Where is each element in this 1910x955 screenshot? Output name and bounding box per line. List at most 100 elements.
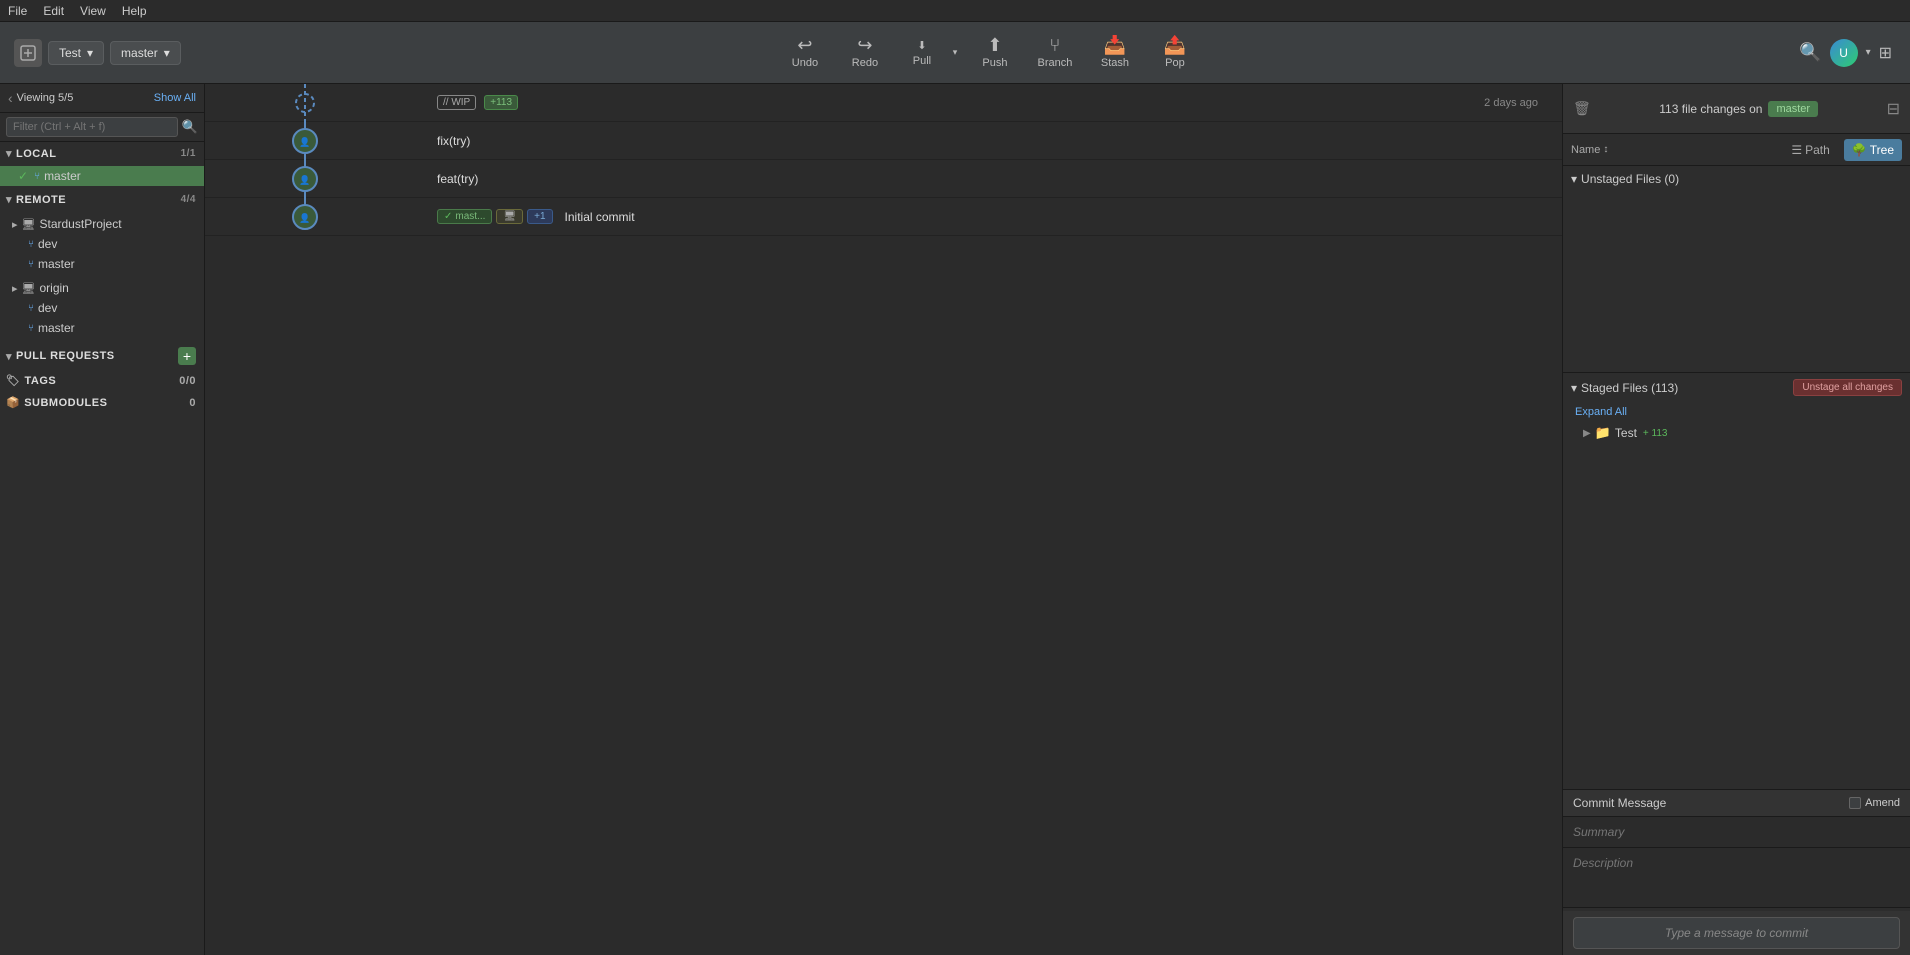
name-column-header[interactable]: Name ↕ (1571, 144, 1608, 156)
commit-message-area: Commit Message Amend Type a message to c… (1563, 789, 1910, 955)
local-section-content: ✓ ⑂ master (0, 164, 204, 188)
tags-section-header[interactable]: 🏷 TAGS 0/0 (0, 369, 204, 391)
remote-dev-icon: ⑂ (28, 239, 34, 250)
name-label: Name (1571, 144, 1600, 156)
commit-msg-label: Commit Message (1573, 796, 1666, 810)
undo-label: Undo (792, 57, 818, 69)
unstaged-empty-area (1563, 192, 1910, 372)
summary-input[interactable] (1563, 817, 1910, 848)
path-icon: ☰ (1791, 143, 1802, 157)
path-tab[interactable]: ☰ Path (1783, 139, 1837, 161)
menu-view[interactable]: View (80, 4, 106, 18)
tree-icon: 🌳 (1852, 143, 1867, 157)
sidebar-back-button[interactable]: ‹ (8, 90, 13, 106)
remote-origin-dev[interactable]: ⑂ dev (0, 298, 204, 318)
tags-section-left: 🏷 TAGS (6, 374, 56, 387)
expand-panel-button[interactable]: ⊟ (1887, 99, 1900, 119)
pull-label: Pull (913, 55, 931, 67)
viewing-text: Viewing 5/5 (17, 92, 74, 104)
staged-header[interactable]: ▾ Staged Files (113) Unstage all changes (1563, 373, 1910, 402)
sidebar: ‹ Viewing 5/5 Show All 🔍 ▾ LOCAL 1/1 ✓ ⑂… (0, 84, 205, 955)
submodules-section-header[interactable]: 📦 SUBMODULES 0 (0, 391, 204, 413)
amend-label: Amend (1865, 797, 1900, 809)
pull-dropdown-button[interactable]: ▾ (947, 28, 963, 78)
push-icon: ⬆ (987, 36, 1002, 54)
commit-message-fix: fix(try) (437, 134, 470, 148)
redo-button[interactable]: ↪ Redo (837, 28, 893, 78)
branch-button[interactable]: ⑂ Branch (1027, 28, 1083, 78)
remote-group-origin-header[interactable]: ▸ 🖥 origin (0, 278, 204, 298)
trash-button[interactable]: 🗑 (1573, 100, 1591, 117)
search-button[interactable]: 🔍 (1799, 42, 1821, 63)
show-all-link[interactable]: Show All (154, 92, 196, 104)
unstage-all-button[interactable]: Unstage all changes (1793, 379, 1902, 396)
amend-checkbox[interactable] (1849, 797, 1861, 809)
graph-lane-fix: 👤 (205, 122, 425, 160)
remote-master-label: master (38, 257, 75, 271)
svg-text:👤: 👤 (299, 212, 310, 223)
repo-dropdown-icon: ▾ (87, 46, 93, 60)
filter-row: 🔍 (0, 113, 204, 142)
menu-bar: File Edit View Help (0, 0, 1910, 22)
wip-count-badge: +113 (484, 95, 518, 110)
menu-help[interactable]: Help (122, 4, 147, 18)
stash-icon: 📥 (1104, 36, 1126, 54)
right-panel-content: ▾ Unstaged Files (0) ▾ Staged Files (113… (1563, 166, 1910, 789)
commit-row-feat[interactable]: 👤 feat(try) (205, 160, 1562, 198)
push-button[interactable]: ⬆ Push (967, 28, 1023, 78)
expand-all-row[interactable]: Expand All (1563, 402, 1910, 422)
menu-edit[interactable]: Edit (43, 4, 64, 18)
description-input[interactable] (1563, 848, 1910, 908)
filter-input[interactable] (6, 117, 178, 137)
remote-origin-master[interactable]: ⑂ master (0, 318, 204, 338)
branch-selector[interactable]: master ▾ (110, 41, 181, 65)
unstaged-label: Unstaged Files (0) (1581, 172, 1679, 186)
file-changes-text: 113 file changes on (1659, 102, 1762, 116)
local-section-left: ▾ LOCAL (6, 147, 56, 160)
undo-button[interactable]: ↩ Undo (777, 28, 833, 78)
commit-submit-button[interactable]: Type a message to commit (1573, 917, 1900, 949)
stash-button[interactable]: 📥 Stash (1087, 28, 1143, 78)
commit-message-feat: feat(try) (437, 172, 478, 186)
repo-selector[interactable]: Test ▾ (48, 41, 104, 65)
staged-collapse-icon: ▾ (1571, 381, 1577, 395)
test-folder-item[interactable]: ▶ 📁 Test + 113 (1563, 422, 1910, 444)
commit-info-fix: fix(try) (425, 134, 1562, 148)
remote-group-icon: ▸ (12, 218, 18, 231)
right-panel-header: 🗑 113 file changes on master ⊟ (1563, 84, 1910, 134)
pop-button[interactable]: 📤 Pop (1147, 28, 1203, 78)
commit-row-fix[interactable]: 👤 fix(try) (205, 122, 1562, 160)
local-branch-master[interactable]: ✓ ⑂ master (0, 166, 204, 186)
svg-text:👤: 👤 (299, 174, 310, 185)
expand-button[interactable]: ⊞ (1879, 43, 1892, 63)
test-folder-label: Test (1615, 426, 1637, 440)
local-count: 1/1 (181, 148, 196, 159)
add-pr-button[interactable]: + (178, 347, 196, 365)
remote-dev-label: dev (38, 237, 57, 251)
pop-icon: 📤 (1164, 36, 1186, 54)
remote-stardustproject-master[interactable]: ⑂ master (0, 254, 204, 274)
sidebar-nav-left: ‹ Viewing 5/5 (8, 90, 73, 106)
remote-group-stardustproject-header[interactable]: ▸ 🖥 StardustProject (0, 214, 204, 234)
tags-count: 0/0 (179, 375, 196, 387)
main-layout: ‹ Viewing 5/5 Show All 🔍 ▾ LOCAL 1/1 ✓ ⑂… (0, 84, 1910, 955)
wip-badge: // WIP (437, 95, 476, 110)
remote-section-header[interactable]: ▾ REMOTE 4/4 (0, 188, 204, 210)
remote-tags-icon: 🖥 (496, 209, 523, 224)
staged-section: ▾ Staged Files (113) Unstage all changes… (1563, 373, 1910, 444)
commit-row-initial[interactable]: 👤 ✓ mast... 🖥 +1 Initial commit (205, 198, 1562, 236)
tree-tab[interactable]: 🌳 Tree (1844, 139, 1902, 161)
user-dropdown-button[interactable]: ▾ (1866, 47, 1871, 58)
unstaged-header[interactable]: ▾ Unstaged Files (0) (1563, 166, 1910, 192)
commit-row-wip[interactable]: // WIP +113 2 days ago (205, 84, 1562, 122)
local-section-header[interactable]: ▾ LOCAL 1/1 (0, 142, 204, 164)
submodules-label: SUBMODULES (24, 397, 107, 409)
remote-group-server-icon: 🖥 (22, 218, 36, 231)
user-avatar[interactable]: U (1830, 39, 1858, 67)
remote-group-stardustproject: ▸ 🖥 StardustProject ⑂ dev ⑂ master (0, 212, 204, 276)
graph-lane-feat: 👤 (205, 160, 425, 198)
pull-requests-section-header[interactable]: ▾ PULL REQUESTS + (0, 342, 204, 369)
remote-stardustproject-dev[interactable]: ⑂ dev (0, 234, 204, 254)
pull-button[interactable]: ⬇ Pull (897, 28, 947, 78)
menu-file[interactable]: File (8, 4, 27, 18)
